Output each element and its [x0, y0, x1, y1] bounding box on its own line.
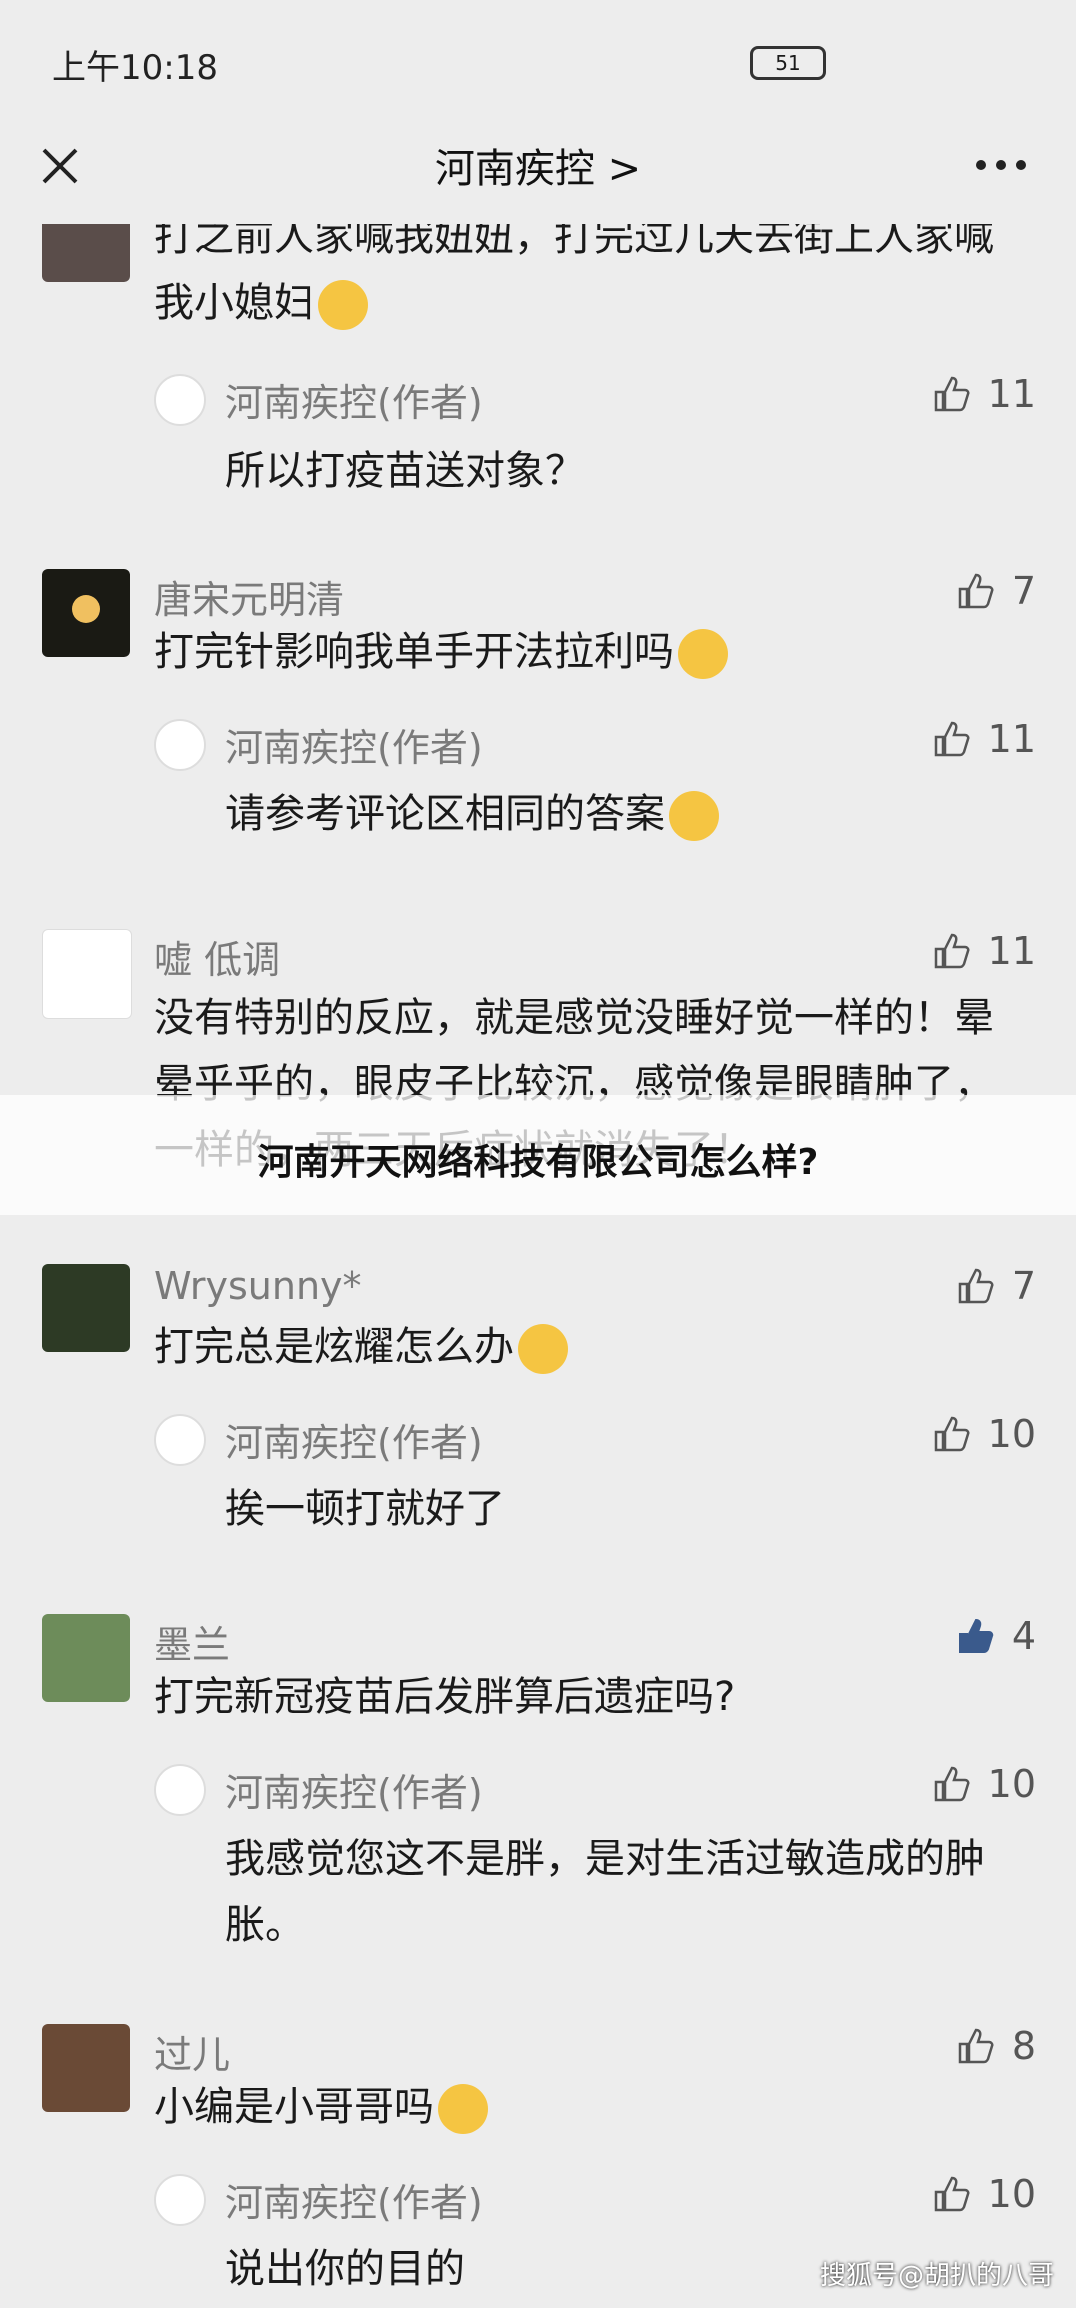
watermark: 搜狐号@胡扒的八哥: [819, 2261, 1054, 2291]
thumb-up-icon: [958, 1268, 994, 1304]
thumb-up-icon: [934, 2176, 970, 2212]
more-dot: [1016, 160, 1026, 170]
like-count: 10: [987, 1412, 1036, 1456]
more-dot: [976, 160, 986, 170]
like-count: 4: [1011, 1614, 1036, 1658]
reply-text: 我感觉您这不是胖，是对生活过敏造成的肿胀。: [225, 1836, 985, 1948]
overlay-text: 河南开天网络科技有限公司怎么样?: [257, 1142, 819, 1183]
moon-avatar-image: [72, 595, 100, 623]
reply-like-button[interactable]: 10: [932, 2172, 1036, 2216]
user-avatar[interactable]: [42, 224, 130, 282]
like-count: 7: [1011, 1264, 1036, 1308]
comment-like-button[interactable]: 4: [956, 1614, 1036, 1658]
reply-author-name: 河南疾控(作者): [225, 381, 483, 425]
comment-text: 打完针影响我单手开法拉利吗: [154, 619, 1024, 685]
user-avatar[interactable]: [42, 1264, 130, 1352]
comment-author-name: 过儿: [154, 2033, 231, 2077]
comment-like-button[interactable]: 11: [932, 929, 1036, 973]
thumb-up-icon: [934, 1416, 970, 1452]
thumb-up-filled-icon: [958, 1618, 994, 1653]
doge-emoji-icon: [669, 791, 719, 841]
comment-list: 打之前人家喊我妞妞，打完过几天去街上人家喊我小媳妇 河南疾控(作者) 11 所以…: [0, 224, 1076, 2308]
thumb-up-icon: [958, 2028, 994, 2064]
crying-emoji-icon: [318, 280, 368, 330]
author-avatar[interactable]: [154, 2174, 206, 2226]
reply-like-button[interactable]: 11: [932, 372, 1036, 416]
nav-bar: 河南疾控 >: [0, 120, 1076, 225]
author-avatar[interactable]: [154, 719, 206, 771]
author-avatar[interactable]: [154, 1764, 206, 1816]
wink-emoji-icon: [438, 2084, 488, 2134]
comment-text: 小编是小哥哥吗: [154, 2074, 1024, 2140]
author-avatar[interactable]: [154, 374, 206, 426]
comment-author-name: 嘘 低调: [154, 938, 281, 982]
reply-like-button[interactable]: 10: [932, 1762, 1036, 1806]
more-button[interactable]: [976, 150, 1036, 180]
reply-text: 挨一顿打就好了: [225, 1486, 505, 1532]
like-count: 11: [987, 717, 1036, 761]
comment-text: 打之前人家喊我妞妞，打完过几天去街上人家喊我小媳妇: [154, 224, 1024, 336]
like-count: 10: [987, 1762, 1036, 1806]
thumb-up-icon: [934, 376, 970, 412]
comment-like-button[interactable]: 7: [956, 569, 1036, 613]
smile-emoji-icon: [678, 629, 728, 679]
author-avatar[interactable]: [154, 1414, 206, 1466]
reply-like-button[interactable]: 10: [932, 1412, 1036, 1456]
reply-author-name: 河南疾控(作者): [225, 1771, 483, 1815]
doge-emoji-icon: [518, 1324, 568, 1374]
like-count: 11: [987, 929, 1036, 973]
comment-author-name: 唐宋元明清: [154, 578, 345, 622]
like-count: 7: [1011, 569, 1036, 613]
like-count: 11: [987, 372, 1036, 416]
comment-like-button[interactable]: 7: [956, 1264, 1036, 1308]
status-time: 上午10:18: [52, 48, 218, 88]
thumb-up-icon: [958, 573, 994, 609]
like-count: 10: [987, 2172, 1036, 2216]
overlay-banner: 河南开天网络科技有限公司怎么样?: [0, 1095, 1076, 1215]
comment-author-name: 墨兰: [154, 1623, 231, 1667]
reply-like-button[interactable]: 11: [932, 717, 1036, 761]
more-dot: [996, 160, 1006, 170]
user-avatar[interactable]: [42, 1614, 130, 1702]
reply-author-name: 河南疾控(作者): [225, 726, 483, 770]
user-avatar[interactable]: [42, 929, 132, 1019]
reply-text: 所以打疫苗送对象？: [225, 448, 585, 494]
thumb-up-icon: [934, 721, 970, 757]
comment-text: 打完新冠疫苗后发胖算后遗症吗?: [154, 1674, 736, 1720]
user-avatar[interactable]: [42, 2024, 130, 2112]
reply-author-name: 河南疾控(作者): [225, 1421, 483, 1465]
thumb-up-icon: [934, 933, 970, 969]
comment-like-button[interactable]: 8: [956, 2024, 1036, 2068]
comment-author-name: Wrysunny*: [154, 1264, 362, 1308]
battery-icon: 51: [750, 46, 826, 80]
reply-author-name: 河南疾控(作者): [225, 2181, 483, 2225]
user-avatar[interactable]: [42, 569, 130, 657]
status-bar: 上午10:18 51: [0, 0, 1076, 130]
page-title[interactable]: 河南疾控 >: [0, 136, 1076, 194]
thumb-up-icon: [934, 1766, 970, 1802]
comment-text: 打完总是炫耀怎么办: [154, 1314, 1024, 1380]
like-count: 8: [1011, 2024, 1036, 2068]
reply-text: 请参考评论区相同的答案: [225, 781, 1015, 847]
